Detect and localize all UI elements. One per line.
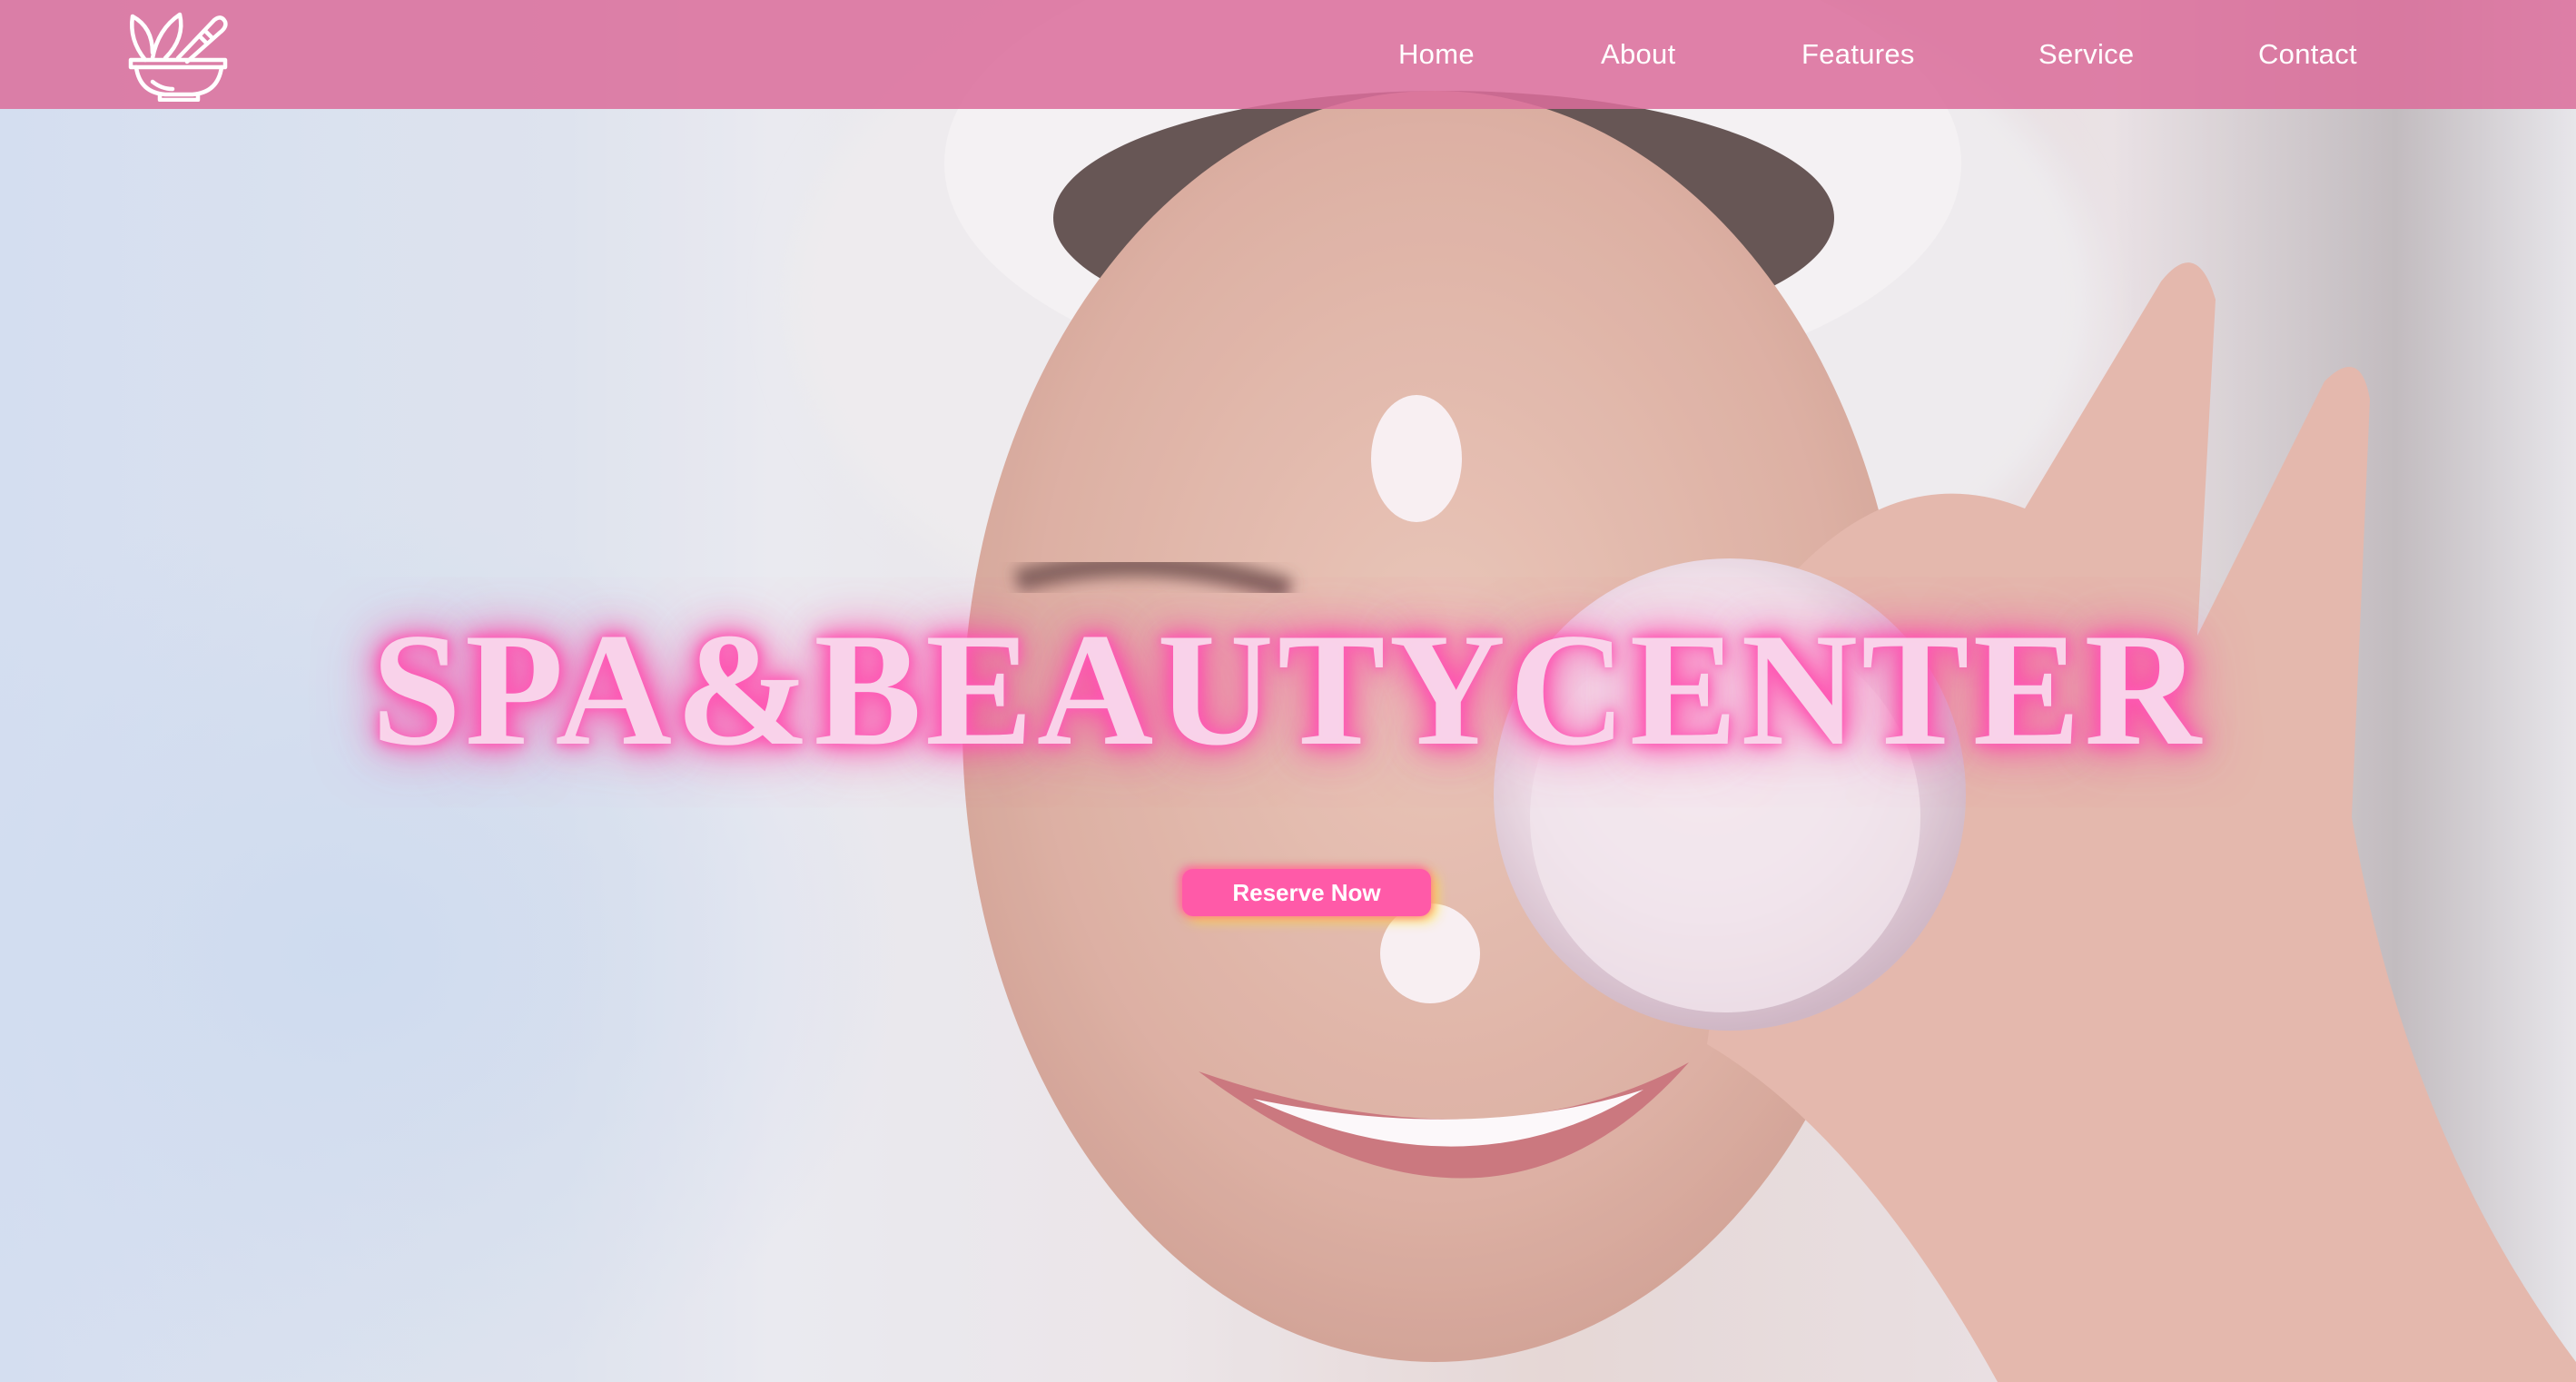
nav-about-link[interactable]: About — [1601, 38, 1676, 71]
nav-service-link[interactable]: Service — [2038, 38, 2134, 71]
main-navigation: Home About Features Service Contact — [0, 0, 2576, 109]
nav-home-link[interactable]: Home — [1398, 38, 1475, 71]
nav-features-link[interactable]: Features — [1801, 38, 1915, 71]
reserve-now-button[interactable]: Reserve Now — [1182, 869, 1431, 916]
top-navbar: Home About Features Service Contact — [0, 0, 2576, 109]
hero-headline: SPA&BEAUTYCENTER — [371, 599, 2205, 779]
nav-contact-link[interactable]: Contact — [2258, 38, 2357, 71]
